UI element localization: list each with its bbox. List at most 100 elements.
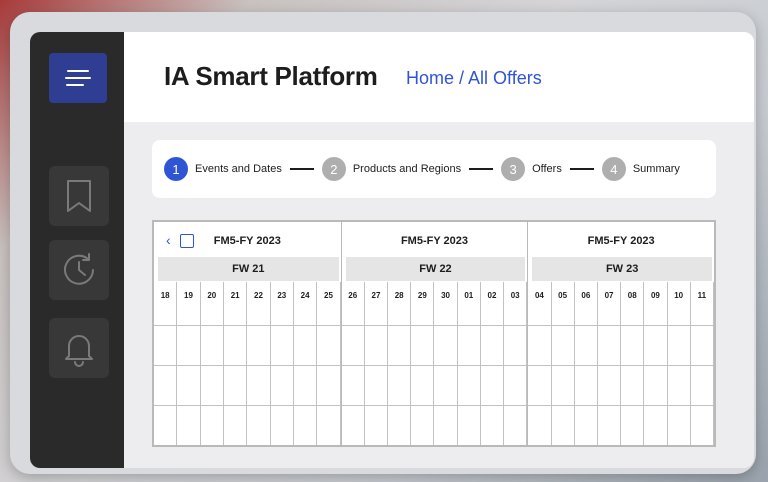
step-number: 3	[501, 157, 526, 181]
menu-icon-line	[66, 84, 84, 86]
calendar-month-section: ‹ FM5-FY 2023 FW 21 18 19 20 21 22 23 24 25	[154, 222, 341, 445]
day-column[interactable]: 09	[644, 282, 668, 445]
day-number: 09	[650, 291, 660, 300]
step-label: Offers	[532, 163, 562, 175]
day-number: 22	[254, 291, 263, 300]
menu-icon-line	[67, 70, 89, 72]
day-column[interactable]: 11	[691, 282, 714, 445]
day-number: 29	[417, 291, 427, 300]
history-icon	[64, 253, 94, 285]
menu-icon-line	[65, 77, 91, 79]
day-columns: 18 19 20 21 22 23 24 25	[154, 282, 341, 445]
breadcrumb[interactable]: Home / All Offers	[406, 68, 542, 89]
day-number: 27	[371, 291, 381, 300]
day-number: 10	[674, 291, 684, 300]
header: IA Smart Platform Home / All Offers	[124, 32, 754, 122]
main-content: IA Smart Platform Home / All Offers 1 Ev…	[124, 32, 754, 468]
row-divider	[341, 405, 528, 406]
day-column[interactable]: 28	[388, 282, 412, 445]
step-number: 1	[164, 157, 188, 181]
row-divider	[341, 365, 528, 366]
page-title: IA Smart Platform	[164, 61, 378, 91]
day-column[interactable]: 10	[668, 282, 691, 445]
day-number: 23	[277, 291, 287, 300]
day-column[interactable]: 05	[552, 282, 575, 445]
menu-button[interactable]	[49, 53, 107, 103]
day-number: 07	[604, 291, 614, 300]
history-button[interactable]	[49, 240, 109, 300]
day-column[interactable]: 19	[177, 282, 201, 445]
day-column[interactable]: 18	[154, 282, 178, 445]
row-divider	[528, 405, 714, 406]
day-column[interactable]: 24	[294, 282, 318, 445]
row-divider	[528, 325, 714, 326]
day-number: 19	[184, 291, 193, 300]
day-column[interactable]: 30	[434, 282, 458, 445]
step-number: 4	[601, 157, 626, 181]
stepper: 1 Events and Dates 2 Products and Region…	[152, 140, 716, 198]
day-number: 26	[348, 291, 358, 300]
day-column[interactable]: 06	[575, 282, 598, 445]
day-column[interactable]: 25	[317, 282, 341, 445]
day-number: 02	[487, 291, 497, 300]
notifications-button[interactable]	[49, 318, 109, 378]
day-column[interactable]: 04	[528, 282, 552, 445]
day-number: 11	[697, 291, 707, 300]
day-column[interactable]: 01	[458, 282, 481, 445]
step-label: Summary	[632, 163, 680, 175]
day-number: 18	[160, 291, 170, 300]
day-number: 08	[627, 291, 637, 300]
day-column[interactable]: 21	[224, 282, 248, 445]
day-column[interactable]: 23	[271, 282, 294, 445]
step-number: 2	[321, 157, 346, 181]
day-column[interactable]: 22	[247, 282, 271, 445]
day-number: 21	[230, 291, 240, 300]
day-number: 28	[394, 291, 404, 300]
bell-icon	[65, 335, 93, 367]
bookmark-icon	[67, 180, 91, 212]
fiscal-month-title: FM5-FY 2023	[213, 235, 281, 247]
day-column[interactable]: 03	[504, 282, 528, 445]
step-products-and-regions[interactable]: 2 Products and Regions	[321, 157, 462, 181]
step-offers[interactable]: 3 Offers	[501, 157, 562, 181]
day-column[interactable]: 29	[411, 282, 435, 445]
step-label: Events and Dates	[195, 163, 282, 175]
day-column[interactable]: 07	[598, 282, 622, 445]
day-number: 05	[558, 291, 568, 300]
step-connector	[569, 168, 594, 170]
day-column[interactable]: 27	[365, 282, 389, 445]
row-divider	[528, 365, 714, 366]
day-column[interactable]: 02	[481, 282, 505, 445]
day-number: 25	[324, 291, 333, 300]
step-connector	[469, 168, 494, 170]
day-number: 03	[510, 291, 520, 300]
app-window: IA Smart Platform Home / All Offers 1 Ev…	[30, 32, 754, 468]
day-number: 06	[581, 291, 591, 300]
day-column[interactable]: 08	[621, 282, 645, 445]
calendar-month-section: FM5-FY 2023 FW 22 26 27 28 29 30 01 02 03	[340, 222, 528, 445]
row-divider	[154, 365, 341, 366]
step-summary[interactable]: 4 Summary	[601, 157, 680, 181]
step-connector	[289, 168, 314, 170]
step-label: Products and Regions	[352, 163, 462, 175]
fiscal-week-label: FW 21	[158, 257, 339, 281]
bookmark-button[interactable]	[49, 166, 109, 226]
step-events-and-dates[interactable]: 1 Events and Dates	[164, 157, 282, 181]
day-columns: 26 27 28 29 30 01 02 03	[341, 282, 528, 445]
row-divider	[341, 325, 528, 326]
fiscal-month-title: FM5-FY 2023	[400, 235, 469, 247]
calendar-grid: ‹ FM5-FY 2023 FW 21 18 19 20 21 22 23 24 25 FM5-FY …	[152, 220, 716, 447]
fiscal-month-title: FM5-FY 2023	[587, 235, 655, 247]
day-number: 24	[300, 291, 310, 300]
day-column[interactable]: 26	[342, 282, 365, 445]
row-divider	[154, 325, 341, 326]
sidebar	[30, 32, 124, 468]
day-number: 01	[464, 291, 474, 300]
row-divider	[154, 405, 341, 406]
day-number: 20	[207, 291, 217, 300]
day-number: 04	[534, 291, 544, 300]
fiscal-week-label: FW 22	[345, 257, 526, 281]
day-column[interactable]: 20	[201, 282, 224, 445]
day-columns: 04 05 06 07 08 09 10 11	[528, 282, 714, 445]
fiscal-week-label: FW 23	[532, 257, 712, 281]
